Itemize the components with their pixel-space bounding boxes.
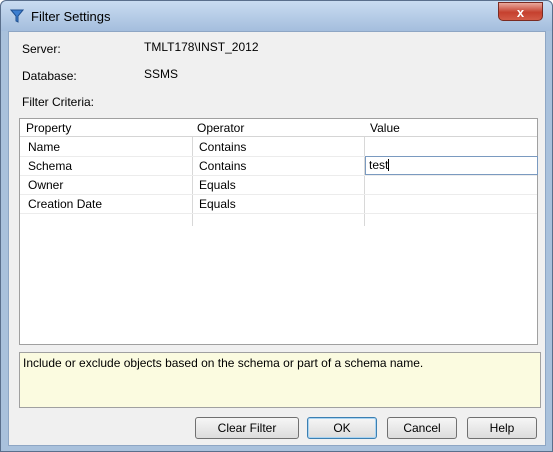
grid-row-owner[interactable]: Owner Equals <box>20 175 537 195</box>
cell-property: Name <box>28 140 61 154</box>
filter-settings-dialog: Filter Settings x Server: TMLT178\INST_2… <box>0 0 553 452</box>
cell-operator[interactable]: Equals <box>199 178 236 192</box>
cancel-button[interactable]: Cancel <box>387 417 457 439</box>
cell-property: Schema <box>28 159 73 173</box>
cell-operator[interactable]: Equals <box>199 197 236 211</box>
cell-operator[interactable]: Contains <box>199 159 246 173</box>
title-bar[interactable]: Filter Settings x <box>1 1 552 31</box>
cell-property: Creation Date <box>28 197 103 211</box>
header-property[interactable]: Property <box>26 121 71 135</box>
filter-criteria-label: Filter Criteria: <box>22 95 95 109</box>
header-value[interactable]: Value <box>370 121 400 135</box>
help-button[interactable]: Help <box>467 417 537 439</box>
description-panel: Include or exclude objects based on the … <box>19 352 541 408</box>
cell-operator[interactable]: Contains <box>199 140 246 154</box>
server-value: TMLT178\INST_2012 <box>144 40 259 54</box>
clear-filter-button[interactable]: Clear Filter <box>195 417 299 439</box>
ok-button[interactable]: OK <box>307 417 377 439</box>
filter-criteria-grid[interactable]: Property Operator Value Name Contains Sc… <box>19 118 538 345</box>
cell-property: Owner <box>28 178 64 192</box>
close-button[interactable]: x <box>498 2 543 21</box>
text-caret <box>388 159 390 171</box>
database-label: Database: <box>22 69 77 83</box>
header-operator[interactable]: Operator <box>197 121 244 135</box>
database-value: SSMS <box>144 67 179 81</box>
schema-value-input[interactable]: test <box>365 156 538 175</box>
dialog-body: Server: TMLT178\INST_2012 Database: SSMS… <box>8 31 546 446</box>
grid-header: Property Operator Value <box>20 119 537 137</box>
server-label: Server: <box>22 42 61 56</box>
schema-value-text: test <box>369 158 389 172</box>
filter-icon <box>10 9 24 23</box>
grid-row-schema[interactable]: Schema Contains test <box>20 156 538 176</box>
window-title: Filter Settings <box>31 9 111 24</box>
grid-row-creation-date[interactable]: Creation Date Equals <box>20 194 537 214</box>
grid-row-name[interactable]: Name Contains <box>20 137 537 157</box>
